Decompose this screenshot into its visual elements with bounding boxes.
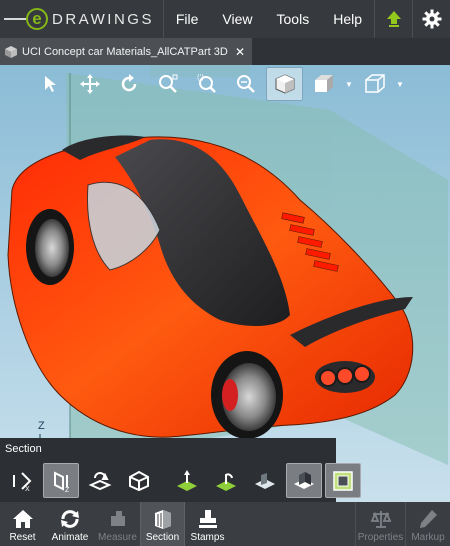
section-z-icon: Z	[54, 470, 70, 493]
section-z-button[interactable]: Z	[43, 463, 79, 498]
section-panel: Section X Z	[0, 438, 361, 502]
menu-bar: e DRAWINGS File View Tools Help	[0, 0, 450, 38]
properties-label: Properties	[357, 532, 404, 543]
3d-viewport[interactable]: ▼ ▼ Z	[0, 65, 450, 502]
menu-tools[interactable]: Tools	[265, 0, 322, 38]
select-button[interactable]	[32, 67, 69, 101]
gear-icon	[422, 9, 441, 29]
zoom-fit-button[interactable]	[149, 67, 186, 101]
reset-button[interactable]: Reset	[0, 502, 45, 546]
section-button[interactable]: Section	[140, 502, 185, 546]
section-box-button[interactable]	[325, 463, 361, 498]
section-cap-icon	[129, 470, 149, 491]
display-style-button[interactable]	[305, 67, 342, 101]
section-x-icon: X	[13, 471, 32, 493]
menu-view[interactable]: View	[210, 0, 264, 38]
menu-file[interactable]: File	[164, 0, 211, 38]
section-cap-button[interactable]	[121, 463, 157, 498]
animate-label: Animate	[51, 532, 89, 543]
measure-icon	[110, 511, 125, 526]
car-model-render	[7, 65, 448, 465]
edrawings-logo: e DRAWINGS	[0, 0, 164, 38]
zoom-icon	[236, 75, 255, 93]
home-icon	[12, 510, 33, 528]
standard-views-dropdown-icon[interactable]: ▼	[395, 67, 405, 101]
animate-icon	[61, 510, 79, 528]
logo-text: DRAWINGS	[52, 10, 154, 28]
close-tab-icon[interactable]: ✕	[233, 45, 247, 59]
zoom-area-button[interactable]	[188, 67, 225, 101]
markup-label: Markup	[411, 532, 445, 543]
section-toolbar: X Z	[4, 463, 361, 498]
section-box-icon	[333, 470, 353, 491]
plane-up-button[interactable]	[169, 463, 205, 498]
markup-button[interactable]: Markup	[405, 502, 450, 546]
pan-icon	[79, 74, 100, 94]
z-axis-label: Z	[38, 420, 45, 432]
stamps-button[interactable]: Stamps	[185, 502, 230, 546]
section-view-icon	[294, 471, 314, 489]
flip-section-button[interactable]	[82, 463, 118, 498]
svg-text:X: X	[25, 486, 30, 493]
section-view-button[interactable]	[286, 463, 322, 498]
show-plane-button[interactable]	[247, 463, 283, 498]
upload-button[interactable]	[374, 0, 412, 38]
animate-button[interactable]: Animate	[45, 502, 95, 546]
scales-icon	[370, 511, 391, 528]
zoom-fit-icon	[158, 74, 177, 93]
svg-text:Z: Z	[65, 487, 70, 493]
section-panel-title: Section	[5, 443, 42, 455]
view-toolbar: ▼ ▼	[32, 67, 405, 101]
assembly-icon	[5, 45, 17, 58]
zoom-area-icon	[197, 74, 216, 93]
plane-up-icon	[177, 469, 197, 491]
pan-button[interactable]	[71, 67, 108, 101]
bottom-toolbar: Reset Animate Measure Section Stamps Pro…	[0, 502, 450, 546]
rotate-button[interactable]	[110, 67, 147, 101]
menu-help[interactable]: Help	[321, 0, 374, 38]
rotate-icon	[121, 74, 136, 92]
stamp-icon	[198, 510, 217, 528]
document-tab-title: UCI Concept car Materials_AllCATPart 3D …	[22, 45, 228, 58]
document-tab-bar: UCI Concept car Materials_AllCATPart 3D …	[0, 38, 450, 65]
select-icon	[44, 76, 56, 92]
display-style-icon	[314, 75, 333, 92]
shaded-view-icon	[275, 74, 294, 94]
properties-button[interactable]: Properties	[355, 502, 405, 546]
show-plane-icon	[255, 472, 275, 489]
reset-label: Reset	[9, 532, 36, 543]
plane-rotate-icon	[216, 472, 236, 491]
settings-button[interactable]	[412, 0, 450, 38]
logo-line	[4, 18, 26, 20]
section-x-button[interactable]: X	[4, 463, 40, 498]
measure-label: Measure	[98, 532, 137, 543]
section-label: Section	[145, 532, 180, 543]
pencil-icon	[420, 510, 437, 528]
zoom-button[interactable]	[227, 67, 264, 101]
flip-section-icon	[88, 471, 112, 490]
section-icon	[154, 510, 171, 529]
logo-e-mark: e	[26, 8, 48, 30]
stamps-label: Stamps	[190, 532, 225, 543]
display-style-dropdown-icon[interactable]: ▼	[344, 67, 354, 101]
shaded-view-button[interactable]	[266, 67, 303, 101]
upload-icon	[386, 11, 401, 27]
measure-button[interactable]: Measure	[95, 502, 140, 546]
document-tab[interactable]: UCI Concept car Materials_AllCATPart 3D …	[0, 38, 252, 65]
standard-views-icon	[364, 74, 385, 93]
standard-views-button[interactable]	[356, 67, 393, 101]
plane-rotate-button[interactable]	[208, 463, 244, 498]
